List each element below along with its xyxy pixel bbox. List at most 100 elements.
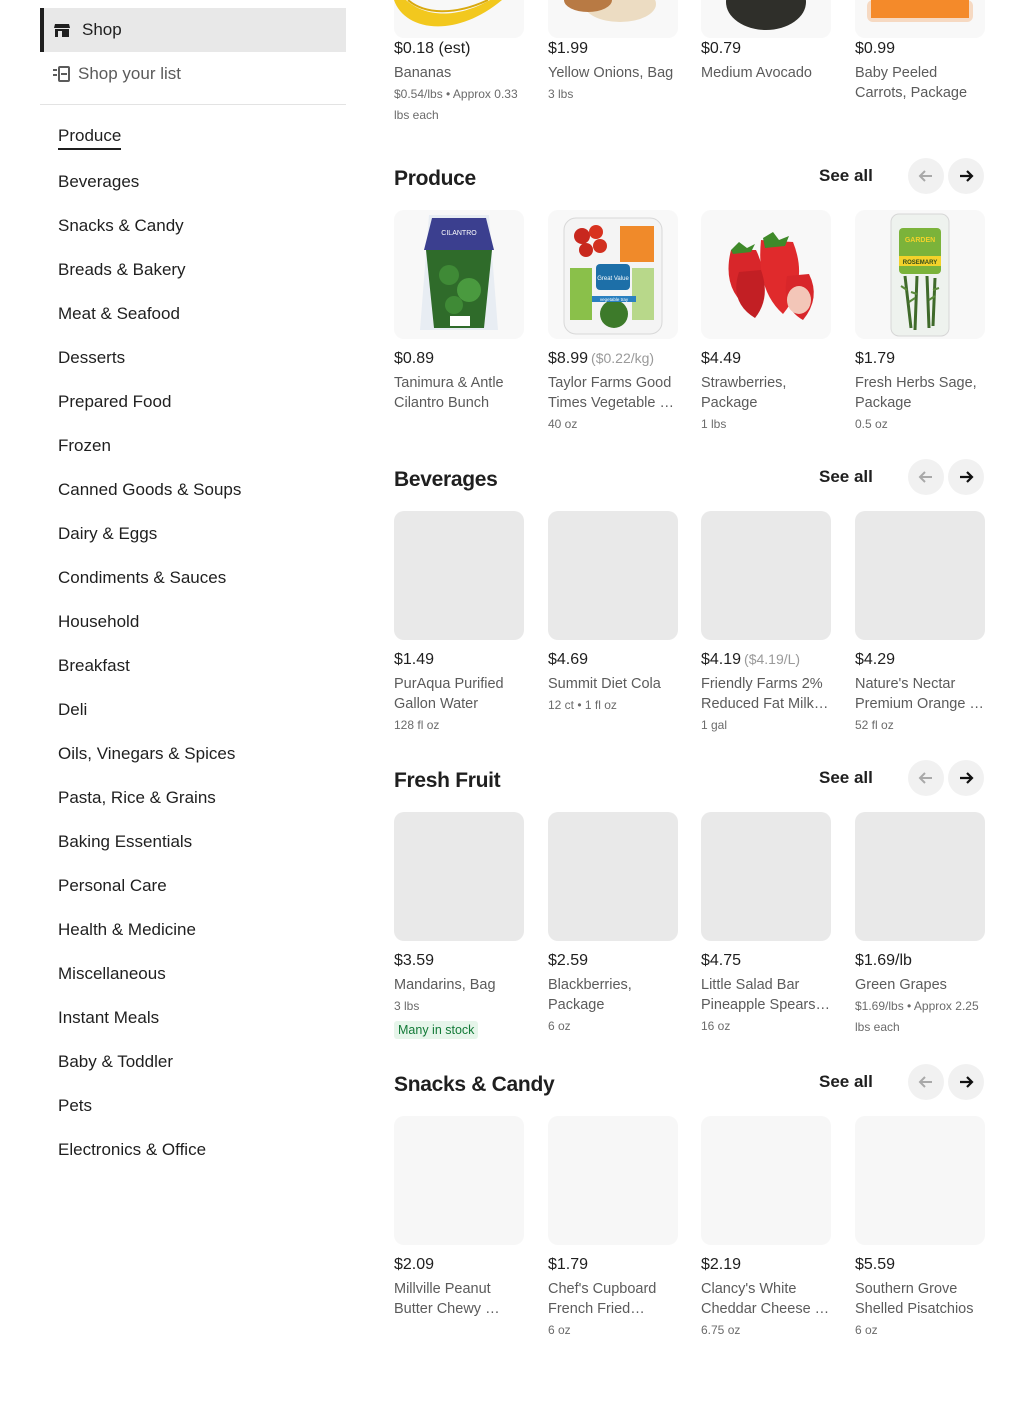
product-card[interactable]: $0.79 Medium Avocado bbox=[701, 0, 831, 81]
product-name[interactable]: Summit Diet Cola bbox=[548, 674, 678, 694]
product-card[interactable]: $2.19 Clancy's White Cheddar Cheese … 6.75… bbox=[701, 1116, 831, 1337]
product-card[interactable]: GARDEN ROSEMARY $1.79 Fresh Herbs Sage, Pac… bbox=[855, 210, 985, 431]
product-card[interactable]: $1.69/lb Green Grapes $1.69/lbs • Approx 2… bbox=[855, 812, 985, 1034]
category-item[interactable]: Baby & Toddler bbox=[58, 1040, 241, 1084]
product-card[interactable]: $1.79 Chef's Cupboard French Fried Onions… bbox=[548, 1116, 678, 1337]
carousel-prev-button[interactable] bbox=[908, 760, 944, 796]
product-image[interactable] bbox=[394, 812, 524, 941]
category-item[interactable]: Household bbox=[58, 600, 241, 644]
product-image[interactable]: CILANTRO bbox=[394, 210, 524, 339]
see-all-link[interactable]: See all bbox=[819, 768, 873, 788]
product-name[interactable]: Baby Peeled Carrots, Package bbox=[855, 63, 985, 103]
nav-shop-your-list[interactable]: Shop your list bbox=[40, 52, 346, 96]
category-item[interactable]: Electronics & Office bbox=[58, 1128, 241, 1172]
product-image-avocado[interactable] bbox=[701, 0, 831, 38]
see-all-link[interactable]: See all bbox=[819, 1072, 873, 1092]
product-name[interactable]: Fresh Herbs Sage, Package bbox=[855, 373, 985, 413]
carousel-next-button[interactable] bbox=[948, 1064, 984, 1100]
product-image[interactable] bbox=[394, 1116, 524, 1245]
category-item[interactable]: Meat & Seafood bbox=[58, 292, 241, 336]
product-card[interactable]: $2.59 Blackberries, Package 6 oz bbox=[548, 812, 678, 1033]
category-item[interactable]: Miscellaneous bbox=[58, 952, 241, 996]
carousel-next-button[interactable] bbox=[948, 459, 984, 495]
product-image[interactable] bbox=[855, 511, 985, 640]
product-name[interactable]: Bananas bbox=[394, 63, 524, 83]
see-all-link[interactable]: See all bbox=[819, 467, 873, 487]
category-item[interactable]: Desserts bbox=[58, 336, 241, 380]
category-item[interactable]: Snacks & Candy bbox=[58, 204, 241, 248]
carousel-prev-button[interactable] bbox=[908, 1064, 944, 1100]
category-item[interactable]: Oils, Vinegars & Spices bbox=[58, 732, 241, 776]
nav-shop[interactable]: Shop bbox=[40, 8, 346, 52]
product-size: $0.54/lbs • Approx 0.33 lbs each bbox=[394, 87, 518, 122]
carousel-prev-button[interactable] bbox=[908, 158, 944, 194]
product-image-bananas[interactable] bbox=[394, 0, 524, 38]
product-price: $3.59 bbox=[394, 952, 434, 970]
category-item[interactable]: Pets bbox=[58, 1084, 241, 1128]
product-name[interactable]: PurAqua Purified Gallon Water bbox=[394, 674, 524, 714]
product-card[interactable]: $2.09 Millville Peanut Butter Chewy … bbox=[394, 1116, 524, 1317]
product-image-carrots[interactable] bbox=[855, 0, 985, 38]
category-item[interactable]: Breads & Bakery bbox=[58, 248, 241, 292]
category-item[interactable]: Baking Essentials bbox=[58, 820, 241, 864]
product-image[interactable] bbox=[855, 812, 985, 941]
category-item[interactable]: Prepared Food bbox=[58, 380, 241, 424]
product-name[interactable]: Strawberries, Package bbox=[701, 373, 831, 413]
product-name[interactable]: Mandarins, Bag bbox=[394, 975, 524, 995]
product-card[interactable]: $3.59 Mandarins, Bag 3 lbs Many in stock bbox=[394, 812, 524, 1039]
product-name[interactable]: Medium Avocado bbox=[701, 63, 831, 83]
product-card[interactable]: $4.75 Little Salad Bar Pineapple Spears, … bbox=[701, 812, 831, 1033]
product-name[interactable]: Chef's Cupboard French Fried Onions bbox=[548, 1279, 678, 1319]
category-item[interactable]: Frozen bbox=[58, 424, 241, 468]
product-image[interactable] bbox=[701, 511, 831, 640]
product-name[interactable]: Little Salad Bar Pineapple Spears, … bbox=[701, 975, 831, 1015]
product-card[interactable]: $1.49 PurAqua Purified Gallon Water 128 fl… bbox=[394, 511, 524, 732]
product-card[interactable]: $4.69 Summit Diet Cola 12 ct • 1 fl oz bbox=[548, 511, 678, 712]
product-card[interactable]: $4.49 Strawberries, Package 1 lbs bbox=[701, 210, 831, 431]
product-image[interactable] bbox=[855, 1116, 985, 1245]
product-card[interactable]: $1.99 Yellow Onions, Bag 3 lbs bbox=[548, 0, 678, 101]
product-name[interactable]: Yellow Onions, Bag bbox=[548, 63, 678, 83]
product-name[interactable]: Blackberries, Package bbox=[548, 975, 678, 1015]
product-card[interactable]: CILANTRO $0.89 Tanimura & Antle Cilantro B… bbox=[394, 210, 524, 411]
product-name[interactable]: Clancy's White Cheddar Cheese … bbox=[701, 1279, 831, 1319]
product-image-onions[interactable] bbox=[548, 0, 678, 38]
product-name[interactable]: Southern Grove Shelled Pisatchios bbox=[855, 1279, 985, 1319]
product-name[interactable]: Nature's Nectar Premium Orange … bbox=[855, 674, 985, 714]
category-item[interactable]: Breakfast bbox=[58, 644, 241, 688]
product-name[interactable]: Green Grapes bbox=[855, 975, 985, 995]
product-card[interactable]: $4.29 Nature's Nectar Premium Orange … 52 … bbox=[855, 511, 985, 732]
product-name[interactable]: Taylor Farms Good Times Vegetable … bbox=[548, 373, 678, 413]
product-image[interactable] bbox=[701, 812, 831, 941]
category-item[interactable]: Personal Care bbox=[58, 864, 241, 908]
product-card[interactable]: $5.59 Southern Grove Shelled Pisatchios 6 … bbox=[855, 1116, 985, 1337]
product-image[interactable] bbox=[548, 511, 678, 640]
category-item[interactable]: Dairy & Eggs bbox=[58, 512, 241, 556]
carousel-next-button[interactable] bbox=[948, 158, 984, 194]
product-card[interactable]: Great Value vegetable tray $8.99 ($0.22/kg)… bbox=[548, 210, 678, 431]
product-image[interactable]: GARDEN ROSEMARY bbox=[855, 210, 985, 339]
product-image[interactable] bbox=[548, 1116, 678, 1245]
category-item[interactable]: Produce bbox=[58, 116, 241, 160]
carousel-prev-button[interactable] bbox=[908, 459, 944, 495]
product-image[interactable] bbox=[701, 210, 831, 339]
product-image[interactable]: Great Value vegetable tray bbox=[548, 210, 678, 339]
category-item[interactable]: Deli bbox=[58, 688, 241, 732]
category-item[interactable]: Canned Goods & Soups bbox=[58, 468, 241, 512]
product-image[interactable] bbox=[548, 812, 678, 941]
category-item[interactable]: Instant Meals bbox=[58, 996, 241, 1040]
see-all-link[interactable]: See all bbox=[819, 166, 873, 186]
product-name[interactable]: Millville Peanut Butter Chewy … bbox=[394, 1279, 524, 1319]
carousel-next-button[interactable] bbox=[948, 760, 984, 796]
category-item[interactable]: Pasta, Rice & Grains bbox=[58, 776, 241, 820]
product-name[interactable]: Friendly Farms 2% Reduced Fat Milk (… bbox=[701, 674, 831, 714]
category-item[interactable]: Health & Medicine bbox=[58, 908, 241, 952]
category-item[interactable]: Beverages bbox=[58, 160, 241, 204]
product-card[interactable]: $4.19 ($4.19/L) Friendly Farms 2% Reduced … bbox=[701, 511, 831, 732]
product-image[interactable] bbox=[701, 1116, 831, 1245]
product-image[interactable] bbox=[394, 511, 524, 640]
product-card[interactable]: $0.18 (est) Bananas $0.54/lbs • Approx 0… bbox=[394, 0, 524, 122]
product-card[interactable]: $0.99 Baby Peeled Carrots, Package bbox=[855, 0, 985, 101]
category-item[interactable]: Condiments & Sauces bbox=[58, 556, 241, 600]
product-name[interactable]: Tanimura & Antle Cilantro Bunch bbox=[394, 373, 524, 413]
